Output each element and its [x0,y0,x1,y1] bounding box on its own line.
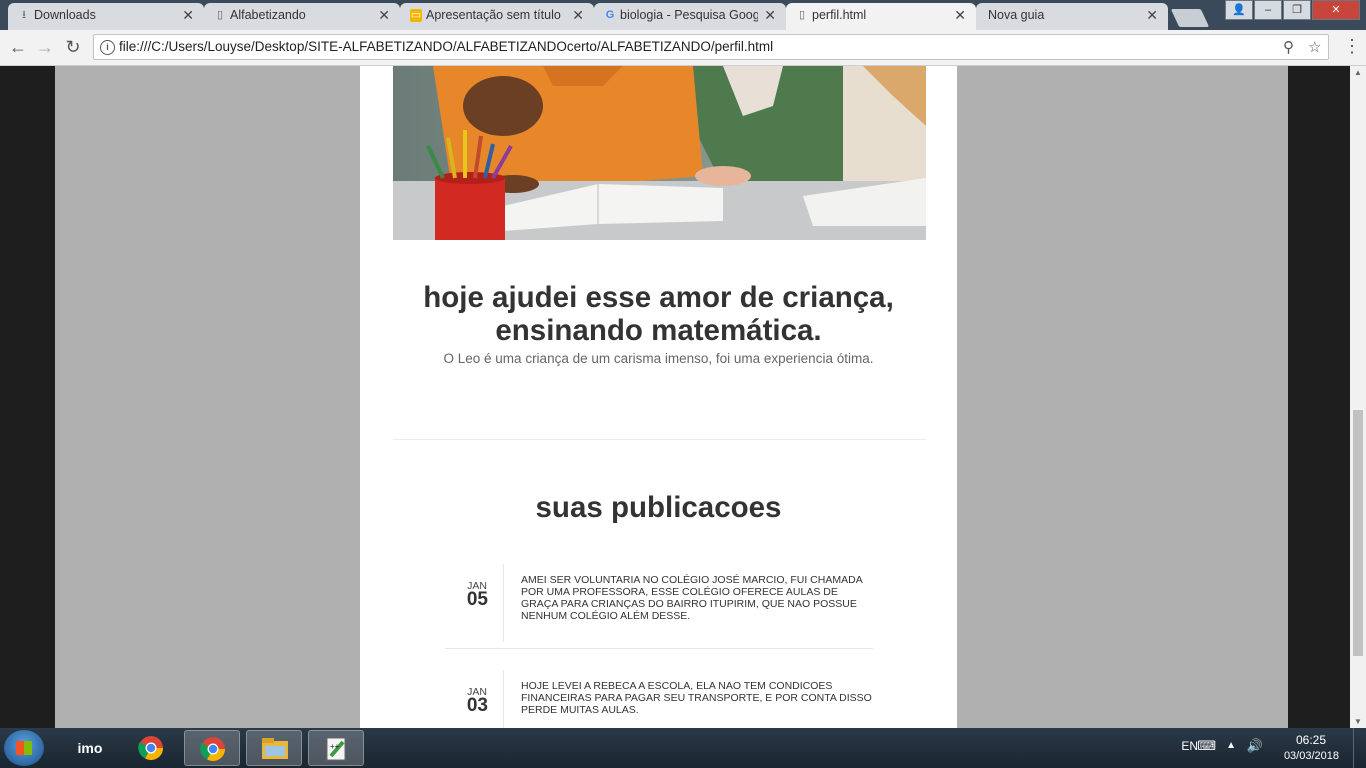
vertical-scrollbar[interactable]: ▲ ▼ [1350,66,1366,728]
post-description: O Leo é uma criança de um carisma imenso… [443,351,874,366]
zoom-icon[interactable]: ⚲ [1283,38,1294,56]
tab-biologia[interactable]: G biologia - Pesquisa Goog ✕ [594,3,786,30]
close-icon[interactable]: ✕ [572,3,584,27]
restore-button[interactable]: ❐ [1283,0,1311,20]
tab-apresentacao[interactable]: ▭ Apresentação sem título ✕ [400,3,594,30]
page-viewport: hoje ajudei esse amor de criança, ensina… [0,66,1350,728]
back-button[interactable]: ← [8,37,28,57]
tab-label: biologia - Pesquisa Goog [620,8,758,22]
language-indicator[interactable]: EN [1181,739,1198,753]
keyboard-icon[interactable]: ⌨ [1197,738,1216,754]
windows-taskbar: imo ++ EN ⌨ ▲ 🔊 06:25 03/03/2018 [0,728,1366,768]
bookmark-star-icon[interactable]: ☆ [1308,38,1321,56]
imo-icon: imo [77,740,103,756]
scroll-down-icon[interactable]: ▼ [1350,717,1366,726]
scrollbar-thumb[interactable] [1353,410,1363,656]
taskbar-app-imo[interactable]: imo [62,730,118,766]
address-bar[interactable]: i file:///C:/Users/Louyse/Desktop/SITE-A… [93,34,1329,60]
clock-date[interactable]: 03/03/2018 [1284,750,1339,762]
info-icon[interactable]: i [100,40,115,55]
publication-day: 03 [466,695,488,716]
publications-heading: suas publicacoes [535,491,782,524]
classroom-photo [393,66,926,240]
chrome-icon [137,735,165,761]
slides-icon: ▭ [410,9,422,22]
section-divider [393,439,926,440]
publication-date: JAN 03 [445,670,504,728]
taskbar-app-notepadpp[interactable]: ++ [308,730,364,766]
notepad-plus-plus-icon: ++ [323,736,351,762]
menu-icon[interactable]: ⋮ [1343,36,1361,57]
download-icon: ⭳ [22,9,26,21]
post-title: hoje ajudei esse amor de criança, ensina… [423,281,894,347]
close-icon[interactable]: ✕ [1146,3,1158,27]
tab-label: Alfabetizando [230,8,306,22]
tab-label: Downloads [34,8,96,22]
taskbar-app-explorer[interactable] [246,730,302,766]
url-text[interactable]: file:///C:/Users/Louyse/Desktop/SITE-ALF… [119,39,773,54]
close-icon[interactable]: ✕ [954,3,966,27]
document-icon: ▯ [798,9,806,21]
svg-text:++: ++ [330,742,340,751]
show-desktop-button[interactable] [1353,728,1366,768]
show-hidden-icons-icon[interactable]: ▲ [1226,740,1236,751]
clock-time[interactable]: 06:25 [1296,733,1326,747]
post-image [393,66,926,240]
tab-label: Nova guia [988,8,1045,22]
google-icon: G [605,9,615,21]
tab-strip: ⭳ Downloads ✕ ▯ Alfabetizando ✕ ▭ Aprese… [0,0,1366,30]
browser-toolbar: ← → ↻ i file:///C:/Users/Louyse/Desktop/… [0,30,1366,66]
tab-alfabetizando[interactable]: ▯ Alfabetizando ✕ [204,3,400,30]
taskbar-app-chrome-active[interactable] [184,730,240,766]
publication-date: JAN 05 [445,564,504,642]
taskbar-app-chrome[interactable] [123,730,179,766]
tab-label: Apresentação sem título [426,8,561,22]
new-tab-button[interactable] [1170,9,1210,27]
scroll-up-icon[interactable]: ▲ [1350,68,1366,77]
tab-perfil[interactable]: ▯ perfil.html ✕ [786,3,976,30]
chrome-icon [199,736,227,762]
publication-text: HOJE LEVEI A REBECA A ESCOLA, ELA NAO TE… [521,680,872,716]
start-button[interactable] [4,730,44,766]
close-icon[interactable]: ✕ [182,3,194,27]
windows-logo-icon [16,741,32,755]
document-icon: ▯ [216,9,224,21]
close-icon[interactable]: ✕ [378,3,390,27]
publication-day: 05 [466,589,488,610]
user-icon[interactable]: 👤 [1225,0,1253,20]
publication-separator [445,648,873,649]
tab-nova-guia[interactable]: Nova guia ✕ [976,3,1168,30]
minimize-button[interactable]: – [1254,0,1282,20]
volume-icon[interactable]: 🔊 [1247,738,1263,754]
tab-label: perfil.html [812,8,867,22]
close-window-button[interactable]: ✕ [1312,0,1360,20]
reload-button[interactable]: ↻ [63,37,83,57]
profile-content: hoje ajudei esse amor de criança, ensina… [360,66,957,728]
publication-text: AMEI SER VOLUNTARIA NO COLÉGIO JOSÉ MARC… [521,574,863,622]
forward-button[interactable]: → [35,37,55,57]
tab-downloads[interactable]: ⭳ Downloads ✕ [8,3,204,30]
window-controls: 👤 – ❐ ✕ [1224,0,1360,20]
close-icon[interactable]: ✕ [764,3,776,27]
file-explorer-icon [261,736,289,762]
